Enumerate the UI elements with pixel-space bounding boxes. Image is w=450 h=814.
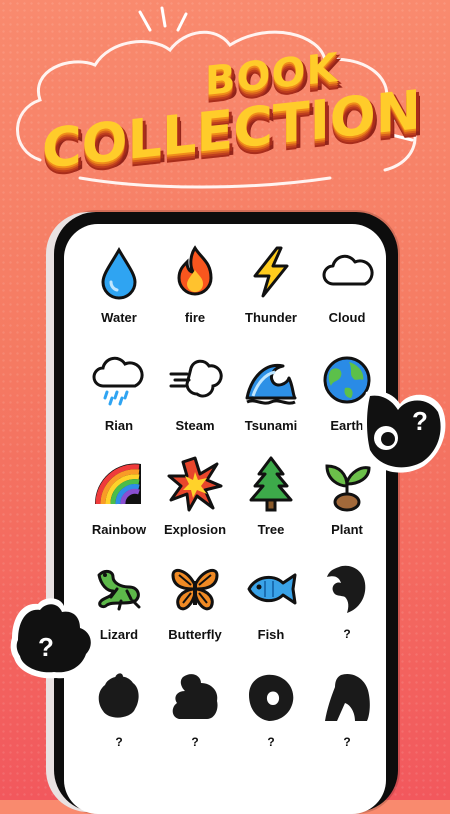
badge-question: ? (412, 406, 428, 436)
item-label: Butterfly (168, 627, 222, 642)
cloud-icon (319, 244, 375, 300)
mystery-badge-right: ? (358, 386, 448, 483)
item-label: Rian (104, 418, 134, 433)
collection-item-tsunami[interactable]: Tsunami (234, 352, 308, 456)
item-label: ? (191, 735, 199, 749)
collection-item-cloud[interactable]: Cloud (310, 244, 384, 352)
collection-item-locked[interactable]: ? (310, 561, 384, 669)
collection-item-explosion[interactable]: Explosion (158, 456, 232, 561)
lightning-icon (243, 244, 299, 300)
collection-item-fish[interactable]: Fish (234, 561, 308, 669)
item-label: Lizard (99, 627, 139, 642)
rainbow-icon (91, 456, 147, 512)
collection-item-fire[interactable]: fire (158, 244, 232, 352)
phone-screen: Water fire Thunder Cloud Rian Steam Tsun… (64, 224, 386, 814)
mystery-badge-left: ? (8, 598, 100, 689)
header: BOOK COLLECTION (0, 0, 450, 210)
fire-icon (167, 244, 223, 300)
collection-grid: Water fire Thunder Cloud Rian Steam Tsun… (82, 244, 382, 779)
item-label: ? (343, 627, 351, 641)
collection-item-tree[interactable]: Tree (234, 456, 308, 561)
locked-turtle-silhouette-icon (167, 669, 223, 725)
steam-icon (167, 352, 223, 408)
item-label: Steam (175, 418, 215, 433)
rain-cloud-icon (91, 352, 147, 408)
locked-snail-silhouette-icon (243, 669, 299, 725)
collection-item-locked[interactable]: ? (310, 669, 384, 779)
collection-item-water[interactable]: Water (82, 244, 156, 352)
item-label: Fish (257, 627, 285, 642)
item-label: fire (184, 310, 206, 325)
item-label: Explosion (163, 522, 227, 537)
item-label: Rainbow (91, 522, 147, 537)
tree-icon (243, 456, 299, 512)
item-label: ? (343, 735, 351, 749)
collection-item-thunder[interactable]: Thunder (234, 244, 308, 352)
item-label: Tsunami (244, 418, 298, 433)
collection-item-butterfly[interactable]: Butterfly (158, 561, 232, 669)
collection-item-steam[interactable]: Steam (158, 352, 232, 456)
phone-frame: Water fire Thunder Cloud Rian Steam Tsun… (54, 212, 398, 814)
item-label: Thunder (245, 310, 297, 325)
item-label: Tree (257, 522, 285, 537)
item-label: Plant (331, 522, 363, 537)
item-label: Water (101, 310, 137, 325)
collection-item-rian[interactable]: Rian (82, 352, 156, 456)
collection-item-locked[interactable]: ? (158, 669, 232, 779)
badge-question: ? (38, 632, 54, 662)
butterfly-icon (167, 561, 223, 617)
collection-item-rainbow[interactable]: Rainbow (82, 456, 156, 561)
water-drop-icon (91, 244, 147, 300)
item-label: ? (267, 735, 275, 749)
collection-item-locked[interactable]: ? (234, 669, 308, 779)
wave-icon (243, 352, 299, 408)
explosion-icon (167, 456, 223, 512)
locked-horse-silhouette-icon (319, 669, 375, 725)
locked-dolphin-silhouette-icon (319, 561, 375, 617)
item-label: ? (115, 735, 123, 749)
item-label: Cloud (328, 310, 366, 325)
fish-icon (243, 561, 299, 617)
